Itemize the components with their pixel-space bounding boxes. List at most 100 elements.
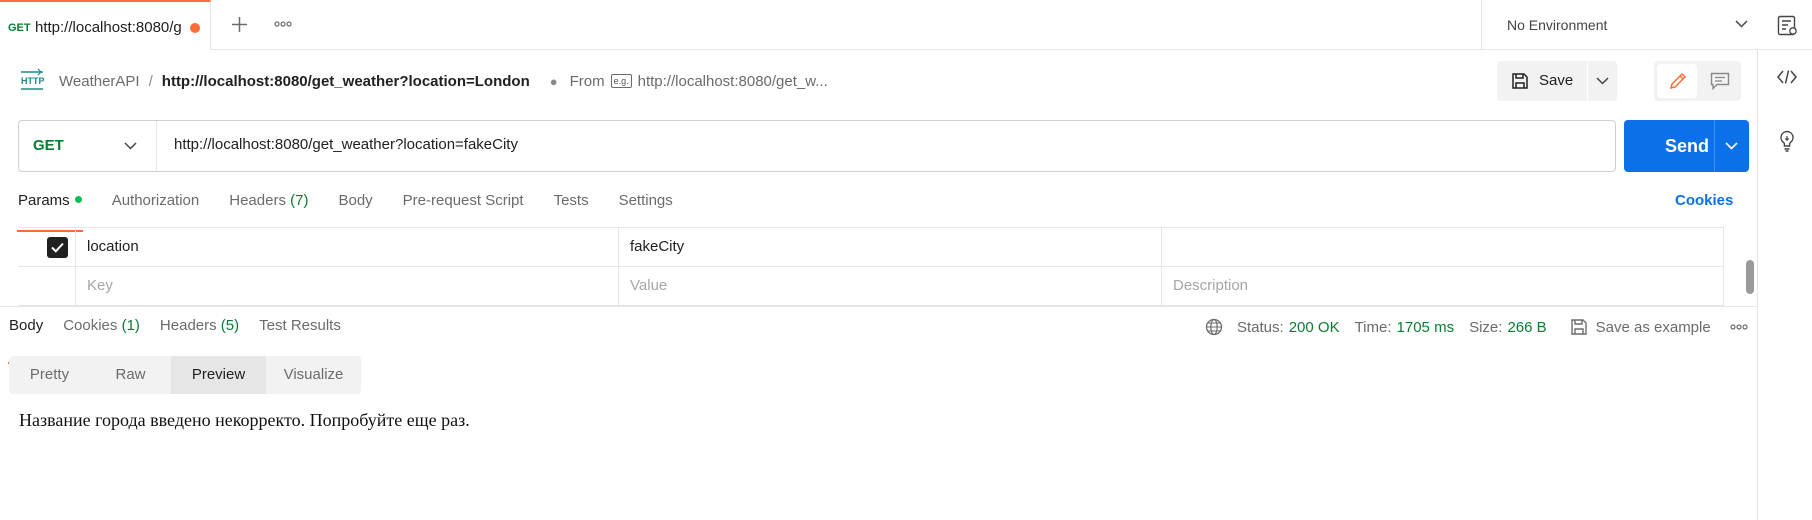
breadcrumb-separator: / <box>148 72 153 90</box>
request-tab-active[interactable]: GET http://localhost:8080/g <box>0 0 211 50</box>
tab-count: (5) <box>220 317 240 334</box>
save-as-example-label: Save as example <box>1595 318 1711 336</box>
key-placeholder[interactable]: Key <box>76 267 619 306</box>
save-button[interactable]: Save <box>1497 61 1617 101</box>
save-divider <box>1587 61 1588 101</box>
response-tab-headers[interactable]: Headers (5) <box>160 317 239 347</box>
tab-label: Test Results <box>259 317 341 334</box>
param-value[interactable]: fakeCity <box>619 228 1162 267</box>
environment-selector[interactable]: No Environment <box>1481 0 1764 50</box>
method-select[interactable]: GET <box>19 121 157 171</box>
send-divider <box>1714 120 1715 172</box>
response-tabs: Body Cookies (1) Headers (5) Test Result… <box>7 317 361 364</box>
tab-label: Body <box>338 192 373 209</box>
check-icon <box>51 242 64 253</box>
comment-icon[interactable] <box>1710 72 1730 90</box>
value-placeholder[interactable]: Value <box>619 267 1162 306</box>
response-tab-cookies[interactable]: Cookies (1) <box>63 317 140 347</box>
row-checkbox-cell <box>18 228 76 267</box>
view-mode-visualize[interactable]: Visualize <box>266 356 361 394</box>
tab-label: Pre-request Script <box>402 192 524 209</box>
description-placeholder[interactable]: Description <box>1162 267 1724 306</box>
view-mode-segmented: Pretty Raw Preview Visualize <box>9 356 361 394</box>
breadcrumb: WeatherAPI / http://localhost:8080/get_w… <box>45 66 828 96</box>
save-icon <box>1570 318 1588 336</box>
tab-bar: GET http://localhost:8080/g No Environme… <box>0 0 1812 50</box>
tab-params[interactable]: Params <box>17 192 83 232</box>
response-tab-body[interactable]: Body <box>7 317 45 364</box>
unsaved-dot <box>190 23 200 33</box>
time-label: Time: <box>1354 318 1392 336</box>
tab-headers[interactable]: Headers (7) <box>229 192 308 220</box>
tab-label: Tests <box>553 192 589 209</box>
table-row: location fakeCity <box>18 228 1724 267</box>
tab-authorization[interactable]: Authorization <box>112 192 200 220</box>
status-value[interactable]: 200 OK <box>1289 319 1340 336</box>
edit-mode-button[interactable] <box>1657 64 1697 98</box>
url-bar: GET <box>18 120 1616 172</box>
chevron-down-icon <box>124 142 137 150</box>
chevron-down-icon[interactable] <box>1596 77 1609 85</box>
edit-icon <box>1668 71 1688 91</box>
code-icon[interactable] <box>1777 70 1797 84</box>
tab-label: Headers <box>229 192 286 209</box>
request-name[interactable]: http://localhost:8080/get_weather?locati… <box>162 73 530 90</box>
size-value[interactable]: 266 B <box>1507 319 1546 336</box>
response-divider[interactable] <box>0 306 1757 307</box>
svg-text:HTTP: HTTP <box>21 76 45 86</box>
collection-link[interactable]: WeatherAPI <box>59 73 140 90</box>
send-button[interactable]: Send <box>1624 120 1749 172</box>
save-icon <box>1511 72 1529 90</box>
from-label: From <box>569 72 605 90</box>
tab-tests[interactable]: Tests <box>554 192 589 220</box>
save-as-example-button[interactable]: Save as example <box>1570 318 1711 336</box>
param-description[interactable] <box>1162 228 1724 267</box>
more-horizontal-icon[interactable] <box>1730 324 1748 330</box>
time-value[interactable]: 1705 ms <box>1397 319 1455 336</box>
tab-url: http://localhost:8080/g <box>35 19 182 36</box>
chevron-down-icon[interactable] <box>1725 142 1738 150</box>
tab-count: (7) <box>290 192 309 209</box>
tab-label: Params <box>18 192 70 209</box>
size-label: Size: <box>1469 318 1503 336</box>
method-label: GET <box>33 137 64 154</box>
from-url-link[interactable]: http://localhost:8080/get_w... <box>638 73 828 90</box>
right-sidebar <box>1757 50 1812 520</box>
tab-count: (1) <box>121 317 140 334</box>
tab-label: Headers <box>159 317 217 334</box>
plus-icon[interactable] <box>231 16 248 33</box>
environment-label: No Environment <box>1507 17 1608 33</box>
send-button-label: Send <box>1665 136 1710 156</box>
chevron-down-icon <box>1735 20 1748 28</box>
param-checkbox[interactable] <box>47 237 68 258</box>
table-row: Key Value Description <box>18 267 1724 306</box>
bullet-separator: ● <box>549 73 558 89</box>
view-mode-raw[interactable]: Raw <box>90 356 171 394</box>
scrollbar-thumb[interactable] <box>1746 260 1754 294</box>
tab-method: GET <box>8 22 31 34</box>
environment-settings-icon[interactable] <box>1777 15 1798 36</box>
lightbulb-icon[interactable] <box>1778 130 1796 152</box>
params-table: location fakeCity Key Value Description <box>18 227 1724 306</box>
more-icon[interactable] <box>274 21 292 27</box>
response-preview-body: Название города введено некорректо. Попр… <box>19 410 470 430</box>
globe-icon[interactable] <box>1205 318 1223 336</box>
mode-toggle <box>1654 61 1741 101</box>
tab-settings[interactable]: Settings <box>619 192 673 220</box>
tab-label: Authorization <box>111 192 200 209</box>
cookies-link[interactable]: Cookies <box>1675 192 1733 209</box>
tab-label: Body <box>9 317 44 334</box>
view-mode-preview[interactable]: Preview <box>171 356 266 394</box>
http-icon: HTTP <box>18 66 46 94</box>
tab-label: Cookies <box>63 317 118 334</box>
param-key[interactable]: location <box>76 228 619 267</box>
view-mode-pretty[interactable]: Pretty <box>9 356 90 394</box>
url-input[interactable] <box>174 136 1574 153</box>
status-label: Status: <box>1237 318 1284 336</box>
response-tab-test-results[interactable]: Test Results <box>259 317 341 347</box>
response-meta: Status: 200 OK Time: 1705 ms Size: 266 B… <box>1205 317 1748 337</box>
params-active-dot <box>74 196 82 203</box>
example-badge: e.g. <box>610 74 632 88</box>
tab-body[interactable]: Body <box>338 192 372 220</box>
tab-pre-request-script[interactable]: Pre-request Script <box>403 192 524 220</box>
